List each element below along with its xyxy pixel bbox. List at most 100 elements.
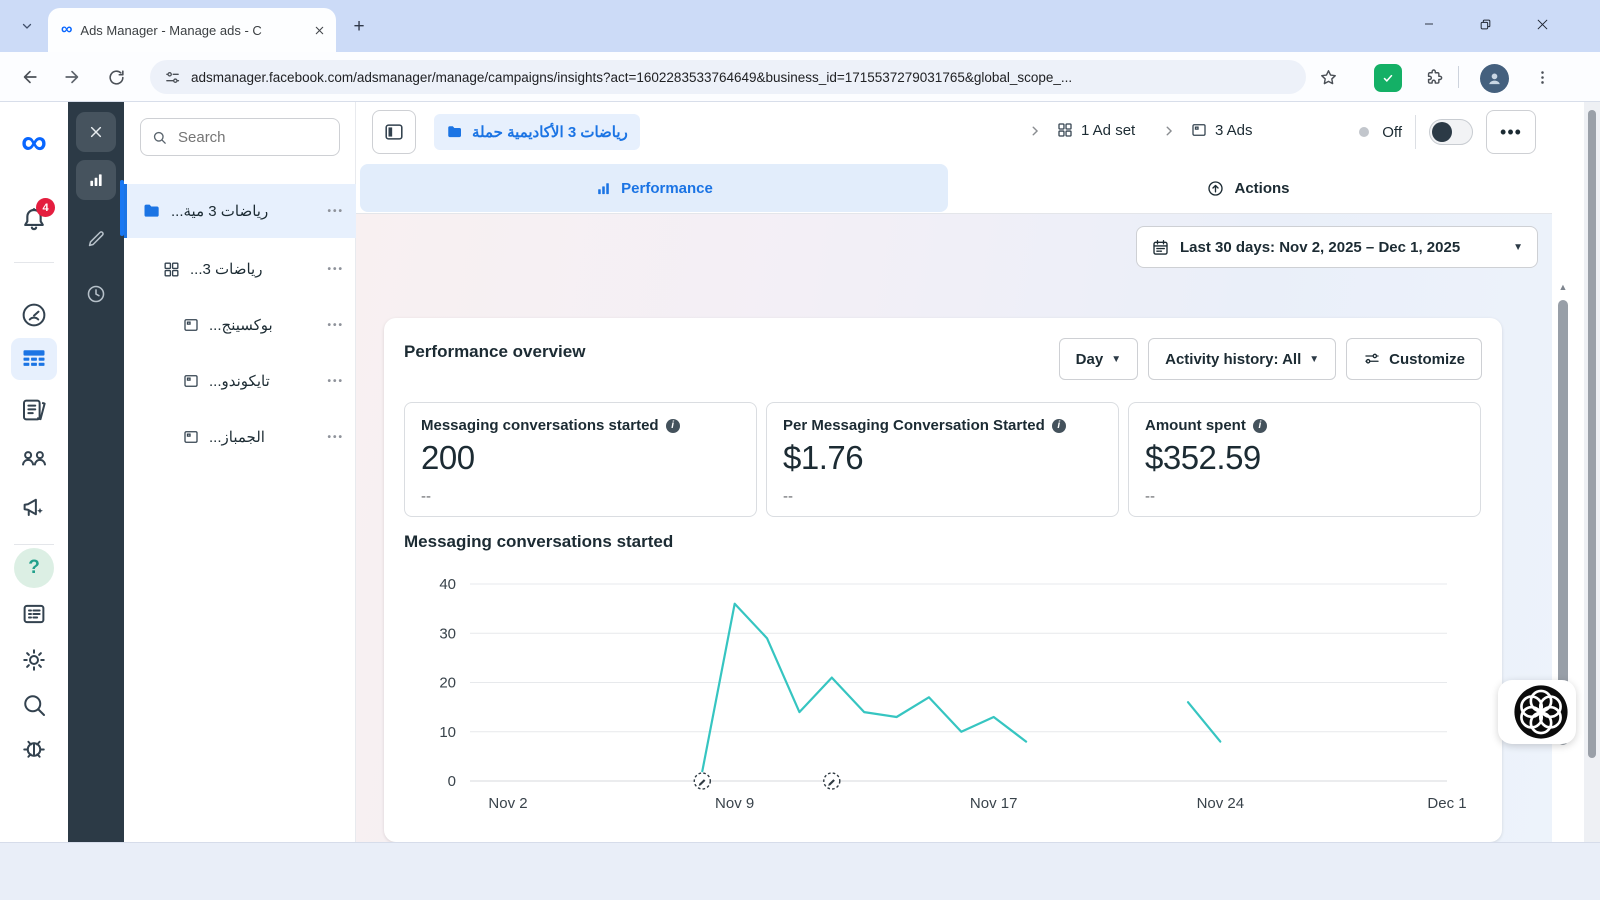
tree-search-input[interactable] (176, 127, 316, 147)
site-settings-icon[interactable] (164, 69, 181, 86)
info-icon[interactable]: i (1051, 418, 1066, 433)
campaigns-nav-selected[interactable] (11, 338, 57, 380)
tab-search-button[interactable] (12, 13, 42, 39)
breadcrumb-campaign-name: رياضات 3 الأكاديمية حملة (472, 124, 628, 141)
window-close-button[interactable] (1519, 0, 1565, 48)
reload-button[interactable] (98, 59, 134, 95)
meta-favicon: ∞ (61, 21, 73, 38)
address-bar[interactable]: adsmanager.facebook.com/adsmanager/manag… (150, 60, 1306, 94)
row-menu-button[interactable]: ••• (327, 320, 344, 331)
meta-nav-rail: ∞ 4 ? (0, 102, 68, 842)
profile-avatar[interactable] (1478, 62, 1510, 94)
ad-icon (184, 319, 198, 331)
breadcrumb-ads[interactable]: 3 Ads (1190, 121, 1253, 139)
extension-green-icon[interactable] (1372, 62, 1404, 94)
truncation-dots: ... (190, 260, 203, 278)
advertise-megaphone-icon[interactable] (0, 492, 68, 522)
forward-button[interactable] (54, 59, 90, 95)
customize-button[interactable]: Customize (1346, 338, 1482, 380)
svg-text:Nov 9: Nov 9 (715, 795, 754, 812)
customize-sliders-icon (1365, 353, 1379, 364)
breakdown-day-button[interactable]: Day ▼ (1058, 338, 1139, 380)
ad-icon (184, 431, 198, 443)
notifications-bell-icon[interactable] (0, 204, 68, 236)
info-icon[interactable]: i (1252, 418, 1267, 433)
campaign-toggle[interactable] (1429, 119, 1473, 145)
toggle-knob (1432, 122, 1452, 142)
edit-pencil-icon[interactable] (85, 228, 107, 250)
charts-tool-button-active[interactable] (76, 160, 116, 200)
help-button[interactable]: ? (0, 548, 68, 588)
browser-tab[interactable]: ∞ Ads Manager - Manage ads - C (48, 8, 336, 52)
tree-item-ad[interactable]: ... الجمباز ••• (124, 412, 356, 462)
tab-close-icon[interactable] (310, 21, 328, 39)
close-panel-button[interactable] (76, 112, 116, 152)
row-menu-button[interactable]: ••• (327, 206, 344, 217)
extensions-puzzle-icon[interactable] (1418, 61, 1450, 93)
bookmark-star-icon[interactable] (1312, 61, 1344, 93)
breadcrumb-campaign-chip[interactable]: رياضات 3 الأكاديمية حملة (434, 114, 640, 150)
bar-chart-icon (598, 182, 609, 194)
window-restore-button[interactable] (1462, 0, 1508, 48)
notifications-badge: 4 (36, 198, 55, 217)
row-menu-button[interactable]: ••• (327, 264, 344, 275)
metric-value: $1.76 (783, 439, 864, 476)
row-menu-button[interactable]: ••• (327, 376, 344, 387)
metric-card-amount-spent: Amount spent i $352.59 -- (1128, 402, 1481, 517)
row-menu-button[interactable]: ••• (327, 432, 344, 443)
main-area: رياضات 3 الأكاديمية حملة 1 Ad set 3 Ads … (356, 102, 1552, 842)
settings-gear-icon[interactable] (0, 645, 68, 675)
svg-text:10: 10 (439, 724, 456, 741)
floating-widget-emblem[interactable] (1512, 683, 1570, 741)
rail-divider (14, 262, 54, 263)
truncation-dots: ... (209, 372, 222, 390)
svg-text:Dec 1: Dec 1 (1427, 795, 1466, 812)
selected-indicator (124, 184, 127, 238)
ads-manager-page: ∞ 4 ? Search ... رياضات 3 مية ••• ... ري… (0, 102, 1600, 842)
ad-name: الجمباز (221, 429, 265, 446)
tab-performance[interactable]: Performance (360, 164, 948, 212)
window-minimize-button[interactable] (1406, 0, 1452, 48)
tab-actions[interactable]: Actions (948, 164, 1548, 212)
new-tab-button[interactable]: + (346, 14, 372, 40)
audiences-icon[interactable] (0, 443, 68, 473)
tree-search-box[interactable] (140, 118, 340, 156)
tree-item-ad[interactable]: ... تايكوندو ••• (124, 356, 356, 406)
panel-left-icon (385, 124, 403, 140)
back-button[interactable] (12, 59, 48, 95)
info-icon[interactable]: i (665, 418, 680, 433)
scroll-up-arrow[interactable]: ▲ (1557, 282, 1569, 294)
date-range-selector[interactable]: Last 30 days: Nov 2, 2025 – Dec 1, 2025 … (1136, 226, 1538, 268)
divider (1415, 115, 1416, 149)
more-options-button[interactable]: ••• (1486, 110, 1536, 154)
browser-scrollbar[interactable] (1588, 110, 1596, 758)
meta-logo[interactable]: ∞ (0, 124, 68, 160)
main-header: رياضات 3 الأكاديمية حملة 1 Ad set 3 Ads … (356, 102, 1552, 162)
page-scrollbar[interactable] (1558, 300, 1568, 745)
account-overview-icon[interactable] (0, 300, 68, 330)
adset-grid-icon (1058, 123, 1072, 137)
svg-text:40: 40 (439, 576, 456, 593)
edit-marker-icon (823, 772, 841, 790)
billing-icon[interactable] (0, 599, 68, 629)
adset-name: رياضات 3 (202, 261, 263, 278)
chevron-down-icon (22, 23, 32, 29)
tree-item-campaign[interactable]: ... رياضات 3 مية ••• (124, 184, 356, 238)
ads-reporting-icon[interactable] (0, 395, 68, 425)
truncation-dots: ... (209, 316, 222, 334)
history-clock-icon[interactable] (85, 283, 107, 305)
search-nav-icon[interactable] (0, 690, 68, 720)
svg-text:Nov 2: Nov 2 (488, 795, 527, 812)
report-bug-icon[interactable] (0, 733, 68, 763)
breadcrumb-chevron-icon (1028, 124, 1042, 138)
insight-tabs: Performance Actions (356, 162, 1552, 214)
browser-menu-icon[interactable] (1526, 61, 1558, 93)
collapse-sidebar-button[interactable] (372, 110, 416, 154)
tree-item-adset[interactable]: ... رياضات 3 ••• (124, 244, 356, 294)
breadcrumb-adset[interactable]: 1 Ad set (1056, 121, 1135, 139)
chevron-down-icon: ▼ (1309, 353, 1320, 365)
metric-subtext: -- (783, 488, 793, 505)
activity-history-button[interactable]: Activity history: All ▼ (1148, 338, 1337, 380)
rail-divider (14, 544, 54, 545)
tree-item-ad[interactable]: ... بوكسينج ••• (124, 300, 356, 350)
